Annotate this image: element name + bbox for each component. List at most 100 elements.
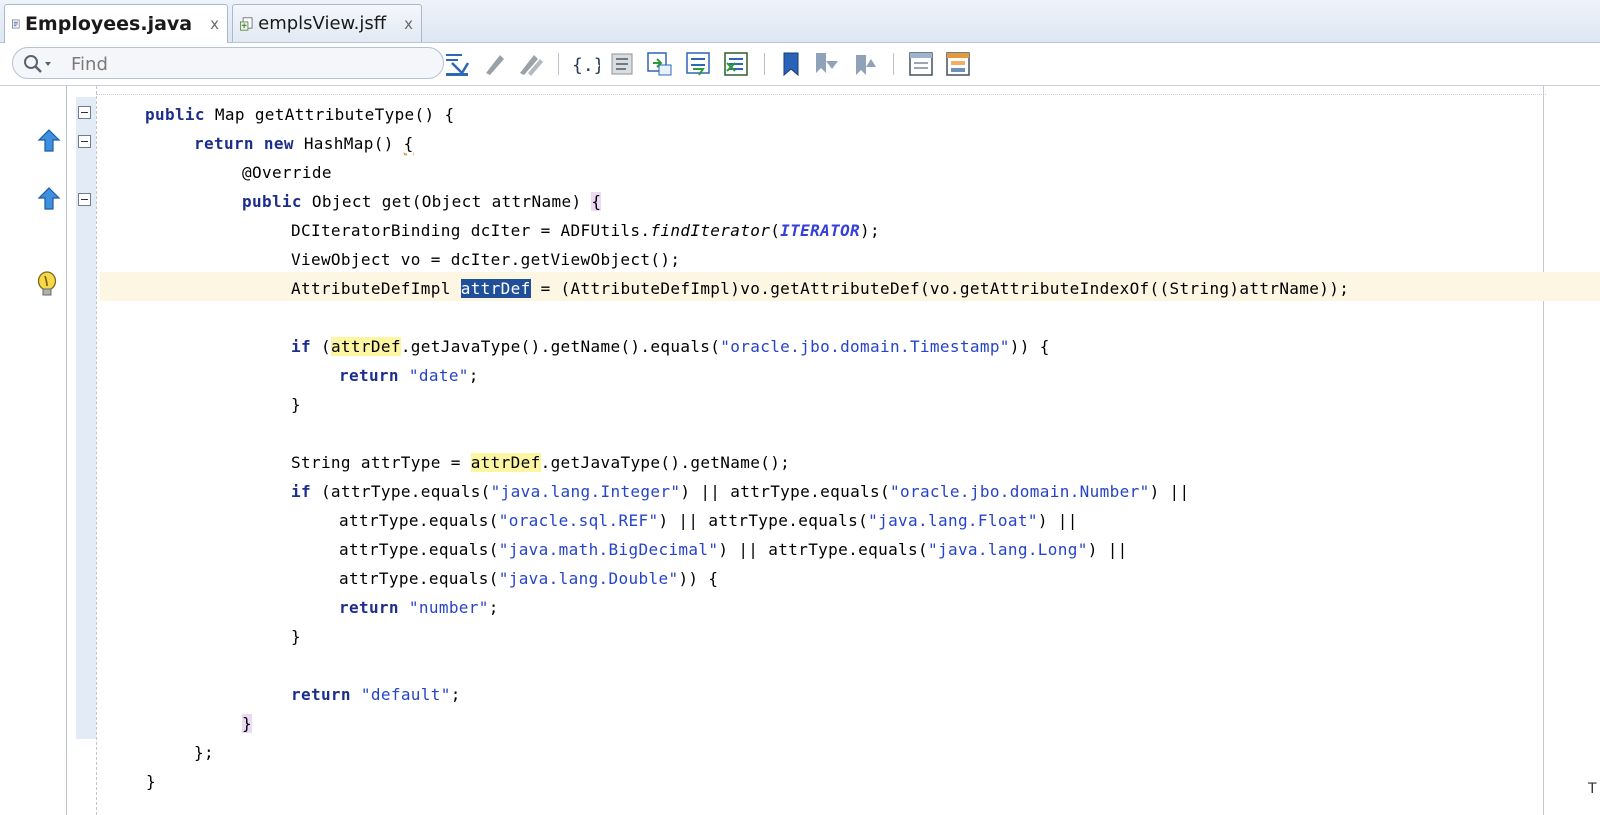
fold-toggle-icon[interactable] [78, 135, 91, 148]
code-token: ); [860, 221, 881, 240]
code-line[interactable]: AttributeDefImpl attrDef = (AttributeDef… [291, 274, 1349, 303]
code-line[interactable]: } [242, 709, 252, 738]
toolbar-separator [893, 53, 894, 75]
string-token: "oracle.sql.REF" [498, 511, 659, 530]
code-line[interactable]: } [291, 390, 301, 419]
surround-icon[interactable] [645, 49, 675, 79]
code-token: } [242, 714, 252, 733]
code-line[interactable]: attrType.equals("oracle.sql.REF") || att… [339, 506, 1078, 535]
keyword-token: return [339, 366, 399, 385]
code-line[interactable]: if (attrType.equals("java.lang.Integer")… [291, 477, 1190, 506]
close-tab-icon[interactable]: x [404, 15, 413, 33]
string-token: "number" [408, 598, 489, 617]
reformat-icon[interactable] [516, 49, 546, 79]
svg-text:{.}: {.} [572, 55, 600, 76]
right-margin-guide [1543, 86, 1544, 815]
toggle-comment-icon[interactable] [608, 49, 638, 79]
split-layout-icon[interactable] [943, 49, 973, 79]
keyword-token: return [339, 598, 399, 617]
code-token: ) || attrType.equals( [718, 540, 928, 559]
string-token: "java.lang.Double" [498, 569, 679, 588]
code-token: ) || [1149, 482, 1190, 501]
code-token: Map getAttributeType() { [204, 105, 455, 124]
code-token: attrType.equals( [339, 540, 499, 559]
string-token: "oracle.jbo.domain.Number" [890, 482, 1150, 501]
code-line[interactable]: attrType.equals("java.math.BigDecimal") … [339, 535, 1128, 564]
next-bookmark-icon[interactable] [812, 49, 842, 79]
fold-toggle-icon[interactable] [78, 106, 91, 119]
scope-guide [96, 94, 1546, 95]
code-line[interactable]: public Map getAttributeType() { [145, 100, 454, 129]
keyword-token: return [291, 685, 351, 704]
code-token: ( [310, 337, 331, 356]
keyword-token: return [194, 134, 254, 153]
navigate-icon[interactable] [442, 49, 472, 79]
code-token: HashMap() [293, 134, 404, 153]
occurrence-token: attrDef [470, 453, 541, 472]
code-line[interactable]: } [291, 622, 301, 651]
code-token: String attrType = [291, 453, 471, 472]
right-edge-text: T [1588, 781, 1597, 797]
panel-layout-icon[interactable] [906, 49, 936, 79]
code-line[interactable]: ViewObject vo = dcIter.getViewObject(); [291, 245, 680, 274]
toolbar-separator [558, 53, 559, 75]
code-line[interactable]: }; [194, 738, 214, 767]
keyword-token: if [291, 337, 311, 356]
close-tab-icon[interactable]: x [210, 15, 219, 33]
code-token: ITERATOR [780, 221, 861, 240]
code-token: } [291, 395, 301, 414]
unindent-icon[interactable] [721, 49, 751, 79]
lightbulb-hint-icon[interactable] [36, 270, 58, 300]
code-line[interactable]: return "default"; [291, 680, 461, 709]
code-line[interactable]: attrType.equals("java.lang.Double")) { [339, 564, 718, 593]
format-icon[interactable] [480, 49, 510, 79]
code-token: = (AttributeDefImpl)vo.getAttributeDef(v… [530, 279, 1350, 298]
code-line[interactable]: return "number"; [339, 593, 499, 622]
jsff-file-icon [239, 16, 253, 31]
code-line[interactable]: @Override [242, 158, 332, 187]
code-token: AttributeDefImpl [291, 279, 461, 298]
overrides-up-arrow-icon[interactable] [37, 128, 61, 154]
code-token: )) { [678, 569, 719, 588]
code-line[interactable]: if (attrDef.getJavaType().getName().equa… [291, 332, 1050, 361]
code-line[interactable]: DCIteratorBinding dcIter = ADFUtils.find… [291, 216, 880, 245]
code-line[interactable]: return "date"; [339, 361, 479, 390]
fold-toggle-icon[interactable] [78, 193, 91, 206]
code-token: .getJavaType().getName().equals( [400, 337, 721, 356]
code-token: ; [488, 598, 499, 617]
code-token: ViewObject vo = dcIter.getViewObject(); [291, 250, 681, 269]
code-line[interactable]: String attrType = attrDef.getJavaType().… [291, 448, 790, 477]
bookmark-icon[interactable] [776, 49, 806, 79]
editor-toolbar: {.} [0, 43, 1600, 86]
occurrence-token: attrDef [330, 337, 401, 356]
find-input[interactable] [69, 51, 443, 77]
code-token: .getJavaType().getName(); [540, 453, 791, 472]
code-line[interactable]: return new HashMap() { [194, 129, 414, 158]
string-token: "java.math.BigDecimal" [498, 540, 719, 559]
indent-icon[interactable] [683, 49, 713, 79]
java-file-icon [12, 19, 20, 29]
code-token: ( [770, 221, 781, 240]
code-token: } [291, 627, 301, 646]
code-line[interactable]: public Object get(Object attrName) { [242, 187, 602, 216]
code-editor[interactable]: public Map getAttributeType() {return ne… [0, 86, 1600, 815]
string-token: "java.lang.Float" [868, 511, 1038, 530]
tab-employees-java[interactable]: Employees.java x [4, 4, 228, 43]
editor-tab-bar: Employees.java x emplsView.jsff x [0, 0, 1600, 43]
toolbar-separator [764, 53, 765, 75]
code-token: ) || [1087, 540, 1128, 559]
code-token: Object get(Object attrName) [301, 192, 592, 211]
code-token: { [591, 192, 602, 211]
code-token: ) || attrType.equals( [680, 482, 890, 501]
tab-emplsview-jsff[interactable]: emplsView.jsff x [232, 4, 422, 42]
code-token: ) || [1037, 511, 1078, 530]
string-token: "oracle.jbo.domain.Timestamp" [720, 337, 1010, 356]
braces-icon[interactable]: {.} [570, 49, 600, 79]
indent-guide [96, 86, 97, 815]
overrides-up-arrow-icon[interactable] [37, 186, 61, 212]
code-line[interactable]: } [146, 767, 156, 796]
prev-bookmark-icon[interactable] [850, 49, 880, 79]
search-icon[interactable] [21, 52, 55, 76]
